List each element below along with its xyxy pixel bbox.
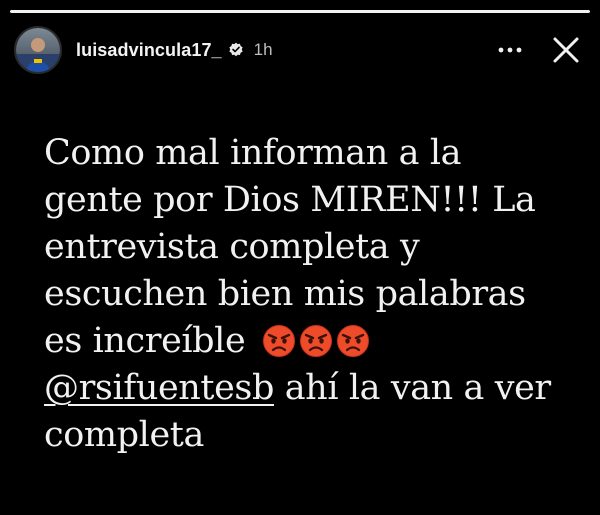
- verified-badge-icon: [228, 42, 244, 58]
- story-viewer: luisadvincula17_ 1h Como mal informan a …: [0, 0, 600, 515]
- profile-avatar[interactable]: [14, 26, 62, 74]
- caption-text: ahí la van a ver: [273, 368, 551, 408]
- caption-line-with-mention: @rsifuentesb ahí la van a ver: [44, 365, 584, 412]
- mention-link[interactable]: @rsifuentesb: [44, 368, 274, 408]
- avatar-image: [16, 28, 60, 72]
- story-caption: Como mal informan a la gente por Dios MI…: [44, 130, 584, 459]
- caption-line-with-emojis: es increíble 😡 😡: [44, 318, 584, 365]
- caption-line: completa: [44, 415, 204, 455]
- story-progress-bar: [10, 10, 590, 13]
- post-time: 1h: [253, 40, 273, 59]
- angry-face-emoji-icon: 😡: [337, 325, 370, 357]
- angry-emoji-group: 😡 😡: [262, 324, 370, 358]
- username[interactable]: luisadvincula17_: [76, 40, 222, 61]
- close-button[interactable]: [546, 30, 586, 70]
- caption-text: es increíble: [44, 321, 246, 361]
- story-header: luisadvincula17_ 1h: [14, 24, 586, 76]
- close-icon: [553, 37, 579, 63]
- story-progress-fill: [10, 10, 590, 13]
- more-options-button[interactable]: [492, 32, 528, 68]
- angry-face-emoji-icon: 😡: [263, 325, 296, 357]
- caption-line: Como mal informan a la: [44, 133, 462, 173]
- caption-line: entrevista completa y: [44, 227, 420, 267]
- caption-line: gente por Dios MIREN!!! La: [44, 180, 536, 220]
- more-horizontal-icon: [498, 47, 522, 53]
- angry-face-emoji-icon: 😡: [300, 325, 333, 357]
- caption-line: escuchen bien mis palabras: [44, 274, 526, 314]
